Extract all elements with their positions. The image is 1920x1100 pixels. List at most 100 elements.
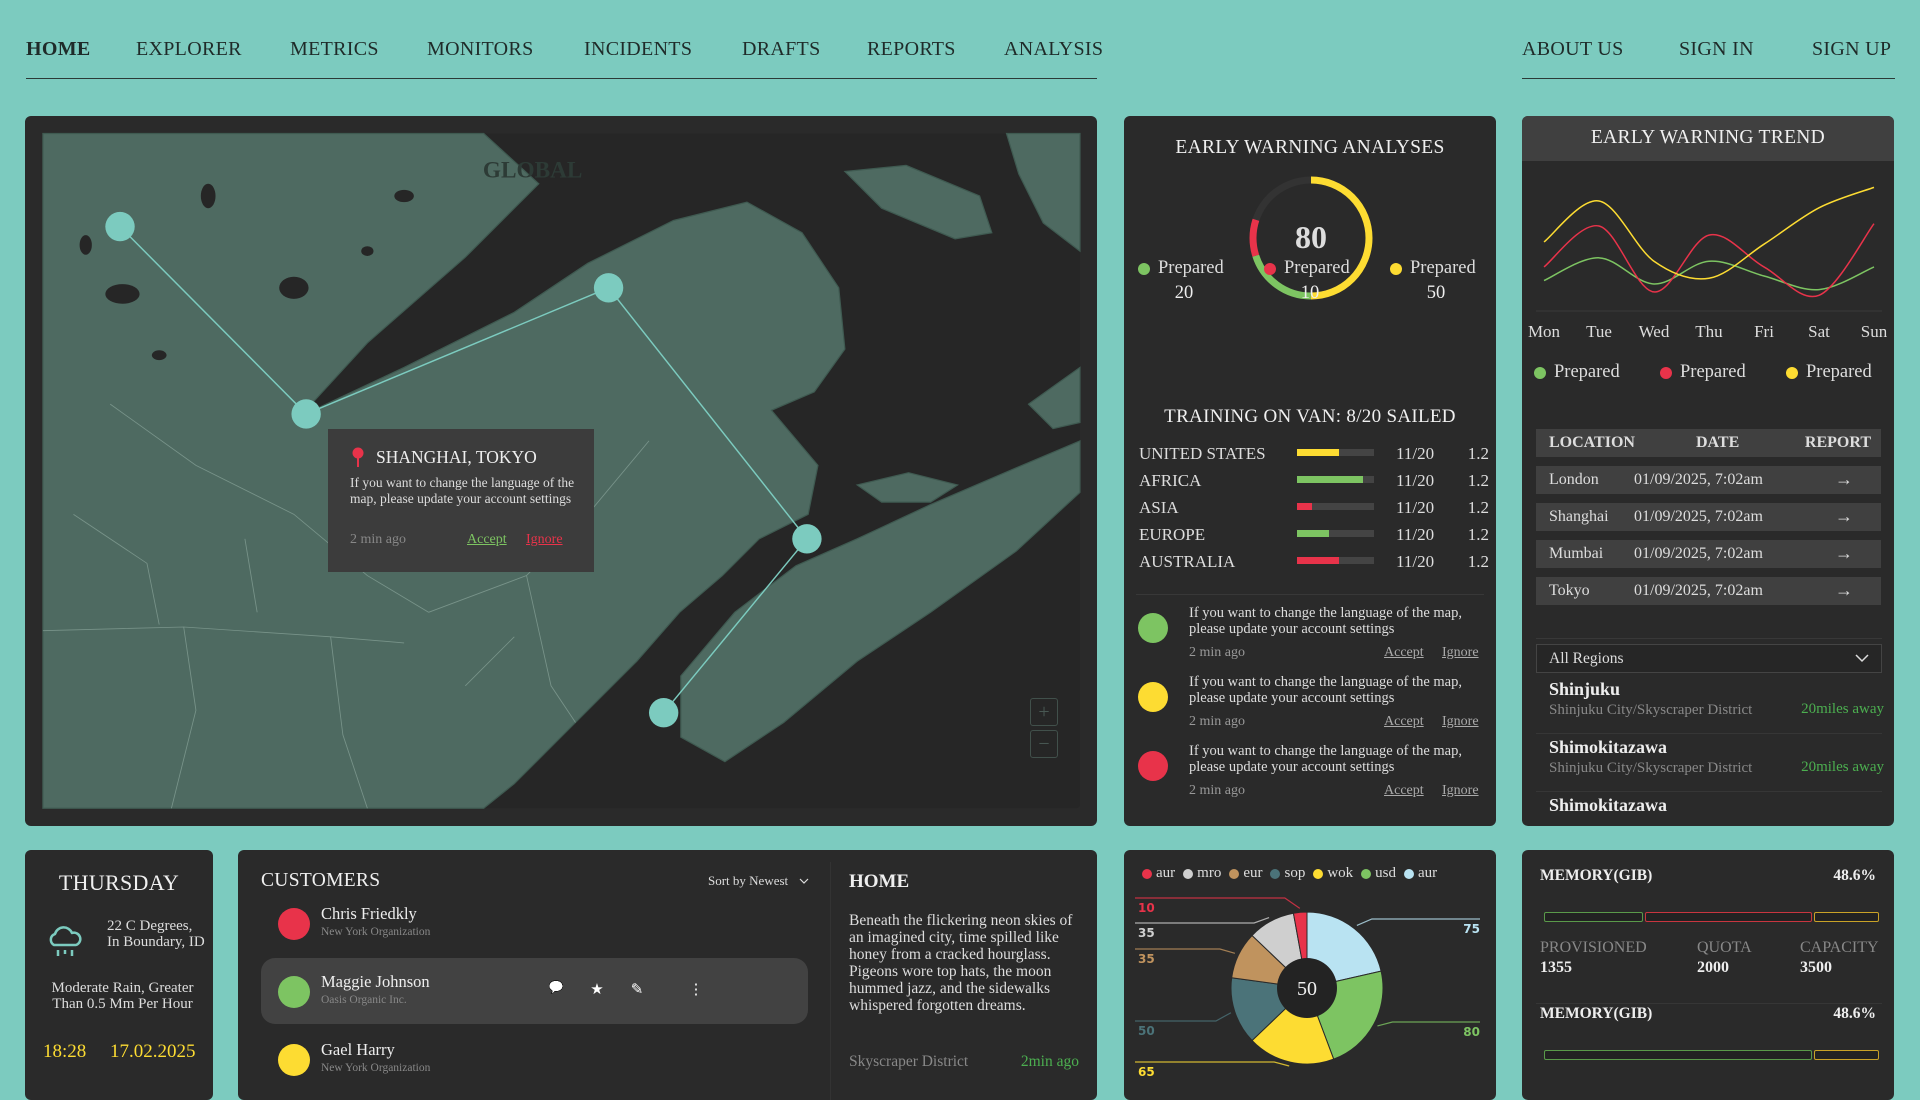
map-marker[interactable] [291, 399, 320, 428]
trend-chart [1522, 161, 1894, 321]
popup-title: SHANGHAI, TOKYO [376, 447, 537, 468]
progress-fill [1297, 449, 1339, 456]
nav-sign-in[interactable]: SIGN IN [1679, 38, 1754, 61]
stat-value: 1355 [1540, 959, 1572, 977]
popup-time: 2 min ago [350, 532, 406, 548]
progress-bar [1297, 530, 1374, 537]
map-marker[interactable] [792, 524, 821, 553]
customer-row[interactable]: Maggie JohnsonOasis Organic Inc.💬★✎⋮ [261, 958, 808, 1024]
customer-row[interactable]: Chris FriedklyNew York Organization [261, 890, 808, 956]
arrow-right-icon[interactable]: → [1835, 506, 1853, 527]
progress-bar [1297, 503, 1374, 510]
nav-explorer[interactable]: EXPLORER [136, 38, 242, 61]
notification-text: If you want to change the language of th… [1189, 674, 1489, 706]
pie-leader-line [1135, 898, 1300, 908]
row-date: 01/09/2025, 7:02am [1634, 545, 1763, 563]
analyses-title: EARLY WARNING ANALYSES [1124, 137, 1496, 159]
pie-value-label: 65 [1138, 1065, 1155, 1079]
table-row[interactable]: London01/09/2025, 7:02am→ [1536, 466, 1881, 494]
nav-home[interactable]: HOME [26, 38, 91, 61]
pie-leader-line [1357, 919, 1480, 925]
notification-text: If you want to change the language of th… [1189, 743, 1489, 775]
ignore-link[interactable]: Ignore [1442, 645, 1479, 661]
more-vertical-icon[interactable]: ⋮ [686, 980, 706, 1000]
day-label: Wed [1629, 322, 1679, 342]
arrow-right-icon[interactable]: → [1835, 543, 1853, 564]
legend-value: 50 [1406, 283, 1466, 304]
ignore-link[interactable]: Ignore [1442, 783, 1479, 799]
stat-label: PROVISIONED [1540, 939, 1647, 957]
lake [152, 350, 167, 360]
nav-metrics[interactable]: METRICS [290, 38, 379, 61]
sort-dropdown[interactable]: Sort by Newest [708, 873, 809, 889]
nav-incidents[interactable]: INCIDENTS [584, 38, 692, 61]
star-icon[interactable]: ★ [587, 980, 607, 1000]
nav-drafts[interactable]: DRAFTS [742, 38, 821, 61]
table-header: LOCATION DATE REPORT [1536, 429, 1881, 457]
map-marker[interactable] [594, 273, 623, 302]
pie-leader-line [1135, 918, 1269, 923]
avatar [278, 908, 310, 940]
arrow-right-icon[interactable]: → [1835, 580, 1853, 601]
training-title: TRAINING ON VAN: 8/20 SAILED [1124, 406, 1496, 428]
table-row[interactable]: Shanghai01/09/2025, 7:02am→ [1536, 503, 1881, 531]
lake [80, 235, 92, 255]
table-row[interactable]: Tokyo01/09/2025, 7:02am→ [1536, 577, 1881, 605]
notification-text: If you want to change the language of th… [1189, 605, 1489, 637]
chat-bubble-icon[interactable]: 💬 [546, 980, 566, 1000]
nav-reports[interactable]: REPORTS [867, 38, 956, 61]
row-value: 1.2 [1468, 444, 1489, 464]
row-location: Mumbai [1549, 545, 1603, 563]
day-label: Sun [1849, 322, 1894, 342]
rain-cloud-icon [45, 923, 85, 961]
training-row: EUROPE11/201.2 [1139, 525, 1489, 545]
row-name: ASIA [1139, 498, 1179, 518]
popup-accept-link[interactable]: Accept [467, 532, 507, 548]
lake [201, 184, 216, 208]
place-item[interactable]: Shimokitazawa [1549, 795, 1884, 816]
arrow-right-icon[interactable]: → [1835, 469, 1853, 490]
row-count: 11/20 [1396, 552, 1434, 572]
table-row[interactable]: Mumbai 01/09/2025, 7:02am → [1536, 540, 1881, 568]
day-label: Tue [1574, 322, 1624, 342]
popup-ignore-link[interactable]: Ignore [526, 532, 563, 548]
place-item[interactable]: ShimokitazawaShinjuku City/Skyscraper Di… [1549, 737, 1884, 777]
training-row: AFRICA11/201.2 [1139, 471, 1489, 491]
memory-segment [1814, 1050, 1879, 1060]
progress-bar [1297, 557, 1374, 564]
legend-dot-icon [1660, 367, 1672, 379]
nav-about-us[interactable]: ABOUT US [1522, 38, 1624, 61]
accept-link[interactable]: Accept [1384, 783, 1424, 799]
pie-value-label: 50 [1138, 1024, 1155, 1038]
notification-item: If you want to change the language of th… [1124, 613, 1496, 681]
region-select[interactable]: All Regions [1536, 644, 1882, 673]
notification-time: 2 min ago [1189, 783, 1245, 799]
legend-dot-icon [1786, 367, 1798, 379]
row-date: 01/09/2025, 7:02am [1634, 582, 1763, 600]
map-marker[interactable] [105, 212, 134, 241]
col-location: LOCATION [1549, 434, 1635, 452]
nav-sign-up[interactable]: SIGN UP [1812, 38, 1891, 61]
map-marker[interactable] [649, 698, 678, 727]
nav-analysis[interactable]: ANALYSIS [1004, 38, 1103, 61]
row-name: EUROPE [1139, 525, 1205, 545]
notification-time: 2 min ago [1189, 714, 1245, 730]
avatar [278, 976, 310, 1008]
day-label: Fri [1739, 322, 1789, 342]
pencil-icon[interactable]: ✎ [627, 980, 647, 1000]
legend-label: Prepared [1158, 258, 1224, 278]
nav-divider-right [1522, 78, 1895, 79]
pie-center-label: 50 [1297, 978, 1317, 1000]
accept-link[interactable]: Accept [1384, 714, 1424, 730]
map-zoom-in-button[interactable]: + [1030, 698, 1058, 726]
row-count: 11/20 [1396, 444, 1434, 464]
row-value: 1.2 [1468, 471, 1489, 491]
accept-link[interactable]: Accept [1384, 645, 1424, 661]
customer-row[interactable]: Gael HarryNew York Organization [261, 1026, 808, 1092]
ignore-link[interactable]: Ignore [1442, 714, 1479, 730]
legend-dot-icon [1138, 263, 1150, 275]
map-zoom-out-button[interactable]: − [1030, 730, 1058, 758]
customer-name: Maggie Johnson [321, 972, 430, 992]
place-item[interactable]: ShinjukuShinjuku City/Skyscraper Distric… [1549, 679, 1884, 719]
nav-monitors[interactable]: MONITORS [427, 38, 534, 61]
